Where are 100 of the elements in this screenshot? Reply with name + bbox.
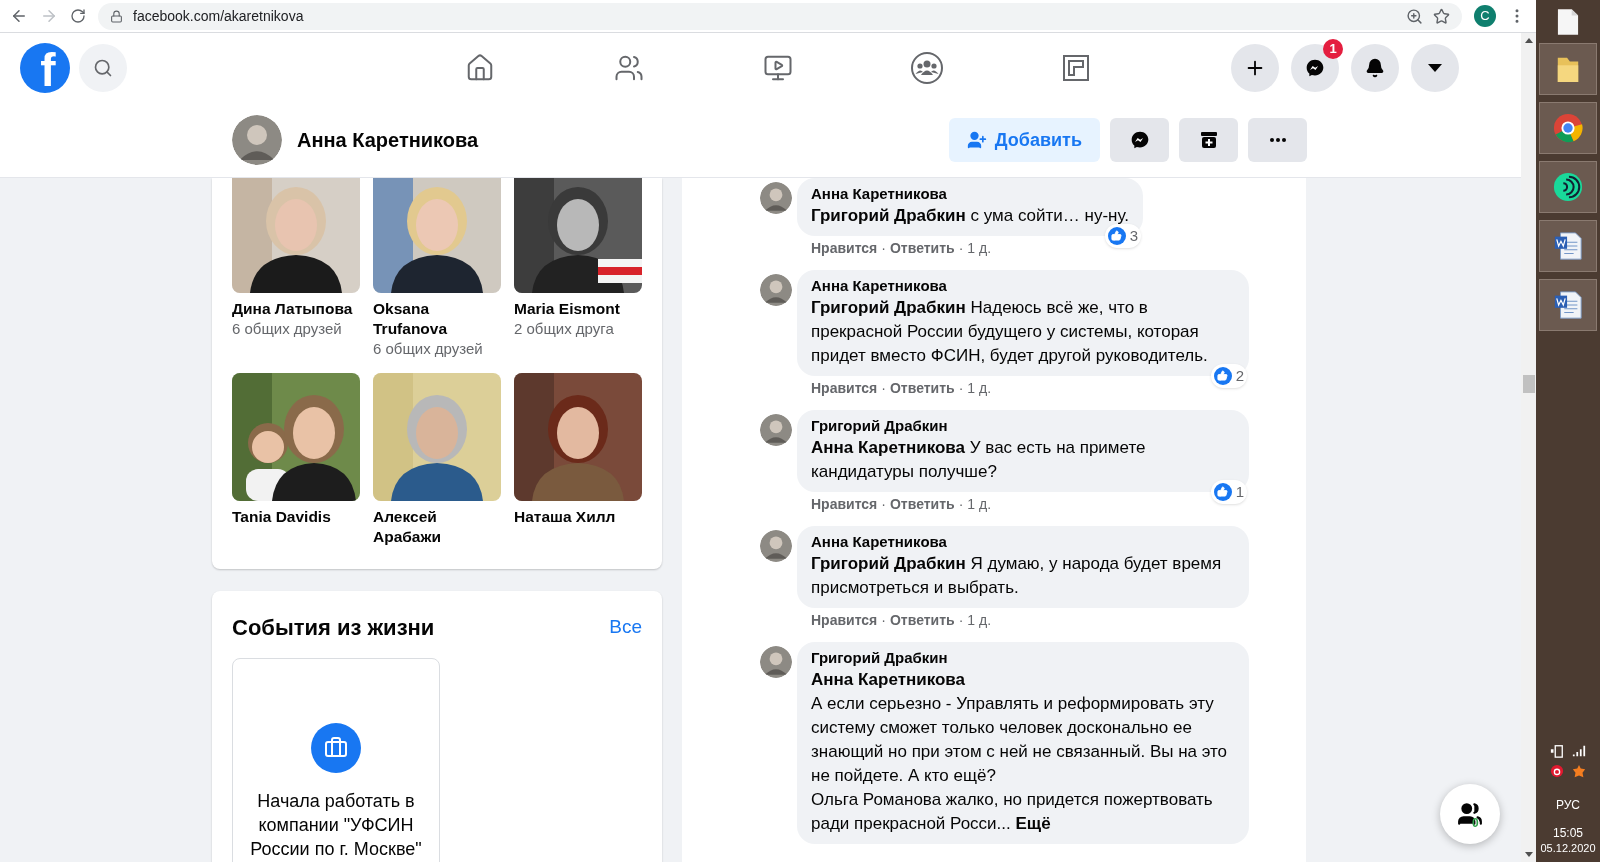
taskbar-button[interactable] [1539,161,1597,213]
comment-time: 1 д. [967,239,992,257]
battery-charging-icon [1550,744,1564,758]
search-button[interactable] [79,44,127,92]
mutual-friends: 6 общих друзей [373,339,484,359]
avatar [760,414,792,446]
follow-button[interactable] [1179,118,1238,162]
scroll-up-icon[interactable] [1524,38,1533,43]
see-all-link[interactable]: Все [609,613,642,642]
address-bar[interactable]: facebook.com/akaretnikova [98,2,1462,30]
messenger-icon [1129,130,1150,150]
comment-author[interactable]: Анна Каретникова [811,276,1235,296]
separator-dot: · [881,495,886,513]
avatar [760,182,792,214]
reaction-number: 2 [1235,365,1244,386]
archive-plus-icon [1198,130,1219,150]
create-button[interactable] [1231,44,1279,92]
mutual-friends: 2 общих друга [514,319,615,339]
people-icon [1457,801,1483,827]
online-count: 0 [1472,815,1479,832]
friends-icon[interactable] [613,53,644,83]
comment-text: Григорий Драбкин Надеюсь всё же, что в прекрасной России будущего у системы, которая придет вместо ФСИН, будет другой руководитель. [811,297,1209,367]
taskbar-button[interactable] [1539,279,1597,331]
separator-dot: · [958,379,964,397]
search-icon [93,58,113,78]
profile-avatar[interactable]: C [1474,5,1496,27]
file-icon[interactable] [1557,8,1579,36]
video-icon[interactable] [762,53,793,83]
scrollbar-thumb[interactable] [1522,375,1535,393]
language-indicator[interactable]: РУС [1556,796,1580,814]
comment-author[interactable]: Анна Каретникова [811,184,1129,204]
clock-date: 05.12.2020 [1540,841,1596,856]
like-link[interactable]: Нравится [811,239,878,257]
mutual-friends: 6 общих друзей [232,319,343,339]
document-icon [1553,231,1583,261]
separator-dot: · [881,239,886,257]
friend-name[interactable]: Алексей Арабажи [373,507,501,547]
friend-name[interactable]: Maria Eismont [514,299,642,319]
avatar [760,530,792,562]
bookmark-star-icon[interactable] [1433,7,1450,25]
zoom-icon[interactable] [1406,7,1423,25]
like-icon [1213,366,1232,385]
friend-name[interactable]: Tania Davidis [232,507,360,527]
separator-dot: · [881,379,886,397]
friend-name[interactable]: Дина Латыпова [232,299,360,319]
reply-link[interactable]: Ответить [889,611,955,629]
like-link[interactable]: Нравится [811,379,878,397]
comment-author[interactable]: Григорий Драбкин [811,648,1235,668]
like-link[interactable]: Нравится [811,495,878,513]
separator-dot: · [958,495,964,513]
reaction-count[interactable]: 1 [1210,479,1247,504]
reply-link[interactable]: Ответить [889,379,955,397]
avatar [760,646,792,678]
url-text: facebook.com/akaretnikova [133,6,304,26]
like-icon [1107,226,1126,245]
taskbar-button[interactable] [1539,102,1597,154]
like-link[interactable]: Нравится [811,611,878,629]
avatar [760,274,792,306]
life-event-tile[interactable]: Начала работать в компании "УФСИН России по г. Москве" [232,658,440,862]
reaction-count[interactable]: 2 [1210,363,1247,388]
account-menu-button[interactable] [1411,44,1459,92]
back-icon[interactable] [10,7,28,25]
reaction-number: 1 [1235,481,1244,502]
messenger-button[interactable] [1291,44,1339,92]
add-friend-button[interactable]: Добавить [948,118,1100,162]
comment-text: Григорий Драбкин Я думаю, у народа будет время присмотреться и выбрать. [811,553,1223,599]
scroll-down-icon[interactable] [1524,852,1533,857]
taskbar-button[interactable] [1539,220,1597,272]
section-title: События из жизни [232,614,435,642]
comment-text: Анна Каретникова У вас есть на примете кандидатуры получше? [811,437,1147,483]
friend-name[interactable]: Oksana Trufanova [373,299,501,339]
friend-name[interactable]: Наташа Хилл [514,507,642,527]
antivirus-icon [1572,764,1586,778]
document-icon [1553,290,1583,320]
separator-dot: · [881,611,886,629]
bell-icon [1365,58,1385,78]
comment-author[interactable]: Григорий Драбкин [811,416,1235,436]
app-icon [1553,172,1583,202]
notifications-button[interactable] [1351,44,1399,92]
message-button[interactable] [1110,118,1169,162]
more-link[interactable]: Ещё [1015,814,1051,833]
separator-dot: · [958,611,964,629]
life-event-text: Начала работать в компании "УФСИН России по г. Москве" [249,790,423,861]
comment-time: 1 д. [967,379,992,397]
taskbar-button[interactable] [1539,43,1597,95]
reply-link[interactable]: Ответить [889,495,955,513]
caret-icon [1427,63,1443,73]
gaming-icon[interactable] [1061,54,1090,82]
browser-icon [1553,113,1583,143]
reload-icon[interactable] [70,8,86,24]
groups-icon[interactable] [910,52,943,84]
reaction-count[interactable]: 3 [1104,223,1141,248]
reaction-number: 3 [1129,225,1138,246]
reply-link[interactable]: Ответить [889,239,955,257]
comment-time: 1 д. [967,495,992,513]
profile-avatar [232,115,282,165]
messenger-icon [1305,58,1325,78]
comment-author[interactable]: Анна Каретникова [811,532,1235,552]
facebook-logo[interactable]: f [20,43,70,93]
profile-name: Анна Каретникова [297,128,479,153]
